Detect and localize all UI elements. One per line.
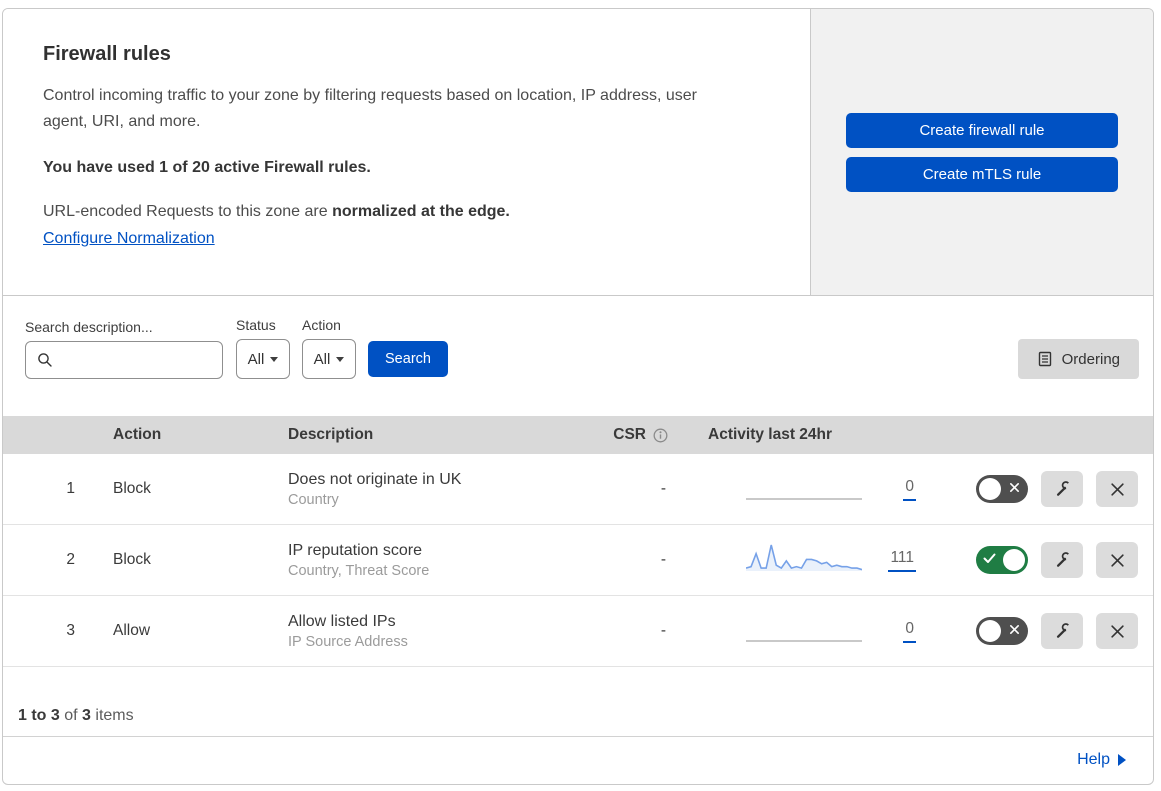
- rule-fields: Country, Threat Score: [288, 562, 430, 579]
- rule-description: Allow listed IPs: [288, 612, 396, 630]
- ordering-button-label: Ordering: [1061, 350, 1120, 368]
- rule-priority: 1: [66, 480, 75, 497]
- edit-rule-button[interactable]: [1041, 542, 1083, 578]
- header-text-panel: Firewall rules Control incoming traffic …: [3, 9, 811, 295]
- rule-description: IP reputation score: [288, 541, 423, 559]
- pagination-summary: 1 to 3 of 3 items: [3, 667, 1153, 737]
- search-label: Search description...: [25, 319, 153, 335]
- check-icon: [983, 551, 996, 569]
- action-column-header: Action: [113, 426, 162, 443]
- search-icon: [37, 352, 53, 368]
- help-link-label: Help: [1077, 751, 1110, 768]
- action-label: Action: [302, 317, 341, 333]
- delete-rule-button[interactable]: [1096, 542, 1138, 578]
- x-icon: [1009, 622, 1020, 640]
- description-column-header: Description: [288, 426, 374, 443]
- total-count: 3: [82, 707, 91, 724]
- search-button[interactable]: Search: [368, 341, 448, 377]
- csr-column-header: CSR: [588, 426, 688, 444]
- rule-action: Block: [113, 480, 151, 497]
- status-select-value: All: [247, 350, 265, 368]
- range-text: 1 to 3: [18, 707, 60, 724]
- x-icon: [1009, 480, 1020, 498]
- items-text: items: [95, 707, 134, 724]
- activity-count-link[interactable]: 0: [903, 478, 916, 501]
- filter-bar: Search description... Status All Action …: [3, 296, 1153, 416]
- rule-enabled-toggle[interactable]: [976, 475, 1028, 503]
- rule-priority: 2: [66, 551, 75, 568]
- rule-enabled-toggle[interactable]: [976, 546, 1028, 574]
- normalization-prefix: URL-encoded Requests to this zone are: [43, 202, 328, 220]
- page-title: Firewall rules: [43, 43, 171, 65]
- activity-count-link[interactable]: 111: [888, 549, 916, 572]
- rule-action: Allow: [113, 622, 151, 639]
- table-header-row: Action Description CSR Activity last 24h…: [3, 416, 1153, 454]
- rule-fields: IP Source Address: [288, 633, 408, 650]
- action-select-value: All: [313, 350, 331, 368]
- wrench-icon: [1054, 622, 1071, 640]
- chevron-down-icon: [336, 356, 345, 362]
- close-icon: [1110, 482, 1125, 497]
- rule-fields: Country: [288, 491, 339, 508]
- usage-note: You have used 1 of 20 active Firewall ru…: [43, 158, 371, 176]
- csr-header-label: CSR: [613, 426, 646, 443]
- delete-rule-button[interactable]: [1096, 613, 1138, 649]
- firewall-rules-card: Firewall rules Control incoming traffic …: [2, 8, 1154, 785]
- help-link[interactable]: Help: [1077, 751, 1126, 769]
- activity-sparkline: [746, 471, 862, 507]
- activity-sparkline: [746, 542, 862, 578]
- activity-sparkline: [746, 613, 862, 649]
- close-icon: [1110, 553, 1125, 568]
- toggle-knob: [979, 478, 1001, 500]
- arrow-right-icon: [1118, 754, 1126, 766]
- rule-csr-value: -: [660, 480, 666, 497]
- search-input[interactable]: [60, 351, 222, 369]
- activity-count-link[interactable]: 0: [903, 620, 916, 643]
- normalization-note: URL-encoded Requests to this zone are no…: [43, 203, 770, 221]
- edit-rule-button[interactable]: [1041, 613, 1083, 649]
- table-row: 1 Block Does not originate in UK Country…: [3, 454, 1153, 525]
- rule-priority: 3: [66, 622, 75, 639]
- header-section: Firewall rules Control incoming traffic …: [3, 9, 1153, 296]
- ordering-button[interactable]: Ordering: [1017, 339, 1139, 379]
- status-label: Status: [236, 317, 276, 333]
- help-bar: Help: [3, 737, 1153, 783]
- toggle-knob: [979, 620, 1001, 642]
- info-icon[interactable]: [653, 428, 668, 443]
- of-text: of: [64, 707, 78, 724]
- create-firewall-rule-button[interactable]: Create firewall rule: [846, 112, 1118, 148]
- page-description: Control incoming traffic to your zone by…: [43, 87, 697, 130]
- actions-panel: Create firewall rule Create mTLS rule: [811, 9, 1153, 295]
- rule-action: Block: [113, 551, 151, 568]
- table-row: 2 Block IP reputation score Country, Thr…: [3, 525, 1153, 596]
- configure-normalization-link[interactable]: Configure Normalization: [43, 230, 215, 247]
- chevron-down-icon: [270, 356, 279, 362]
- create-mtls-rule-button[interactable]: Create mTLS rule: [846, 156, 1118, 192]
- rule-csr-value: -: [660, 622, 666, 639]
- table-row: 3 Allow Allow listed IPs IP Source Addre…: [3, 596, 1153, 667]
- edit-rule-button[interactable]: [1041, 471, 1083, 507]
- status-select[interactable]: All: [236, 339, 290, 379]
- delete-rule-button[interactable]: [1096, 471, 1138, 507]
- rule-description: Does not originate in UK: [288, 470, 462, 488]
- search-box[interactable]: [25, 341, 223, 379]
- wrench-icon: [1054, 480, 1071, 498]
- close-icon: [1110, 624, 1125, 639]
- rule-enabled-toggle[interactable]: [976, 617, 1028, 645]
- action-select[interactable]: All: [302, 339, 356, 379]
- wrench-icon: [1054, 551, 1071, 569]
- toggle-knob: [1003, 549, 1025, 571]
- normalization-bold: normalized at the edge.: [332, 202, 510, 220]
- ordering-list-icon: [1037, 351, 1053, 367]
- rule-csr-value: -: [660, 551, 666, 568]
- activity-column-header: Activity last 24hr: [708, 426, 833, 443]
